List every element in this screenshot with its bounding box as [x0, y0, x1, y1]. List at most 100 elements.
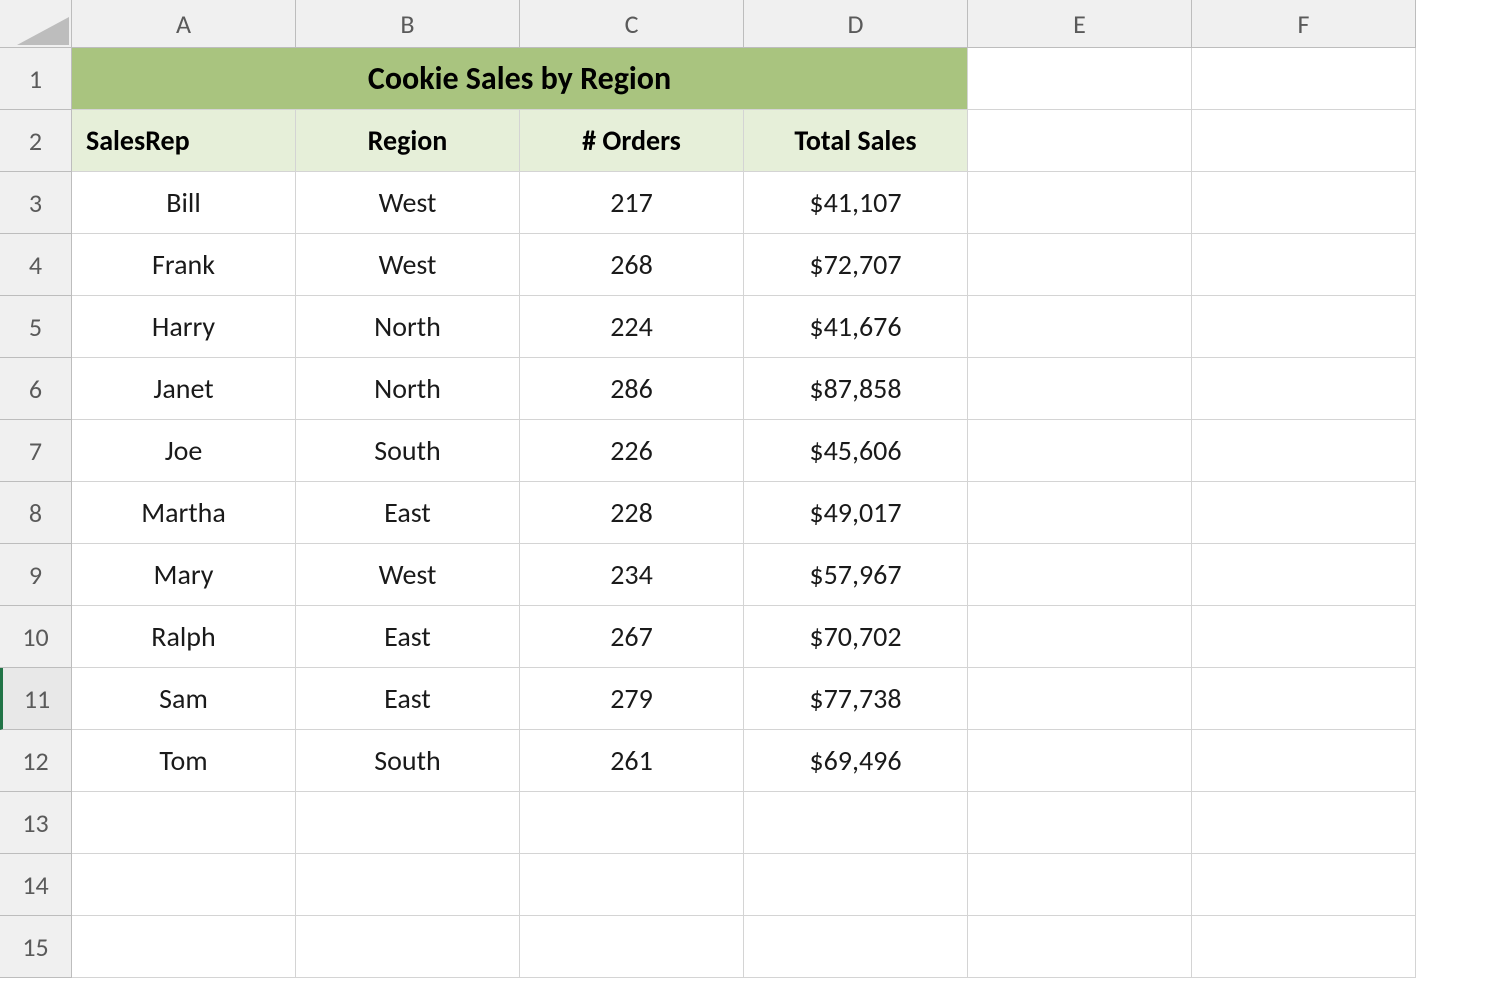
cell-orders[interactable]: 286: [520, 358, 744, 420]
cell-totalsales[interactable]: $87,858: [744, 358, 968, 420]
cell-totalsales[interactable]: $41,676: [744, 296, 968, 358]
cell-salesrep[interactable]: Sam: [72, 668, 296, 730]
cell-region[interactable]: West: [296, 172, 520, 234]
row-header-14[interactable]: 14: [0, 854, 72, 916]
header-totalsales[interactable]: Total Sales: [744, 110, 968, 172]
empty-cell[interactable]: [968, 234, 1192, 296]
row-header-4[interactable]: 4: [0, 234, 72, 296]
cell-salesrep[interactable]: Janet: [72, 358, 296, 420]
empty-cell[interactable]: [968, 110, 1192, 172]
cell-orders[interactable]: 261: [520, 730, 744, 792]
empty-cell[interactable]: [968, 606, 1192, 668]
empty-cell[interactable]: [1192, 792, 1416, 854]
empty-cell[interactable]: [72, 792, 296, 854]
header-region[interactable]: Region: [296, 110, 520, 172]
row-header-15[interactable]: 15: [0, 916, 72, 978]
empty-cell[interactable]: [296, 854, 520, 916]
empty-cell[interactable]: [744, 792, 968, 854]
empty-cell[interactable]: [1192, 916, 1416, 978]
empty-cell[interactable]: [1192, 544, 1416, 606]
cell-orders[interactable]: 228: [520, 482, 744, 544]
empty-cell[interactable]: [968, 358, 1192, 420]
cell-orders[interactable]: 226: [520, 420, 744, 482]
column-header-e[interactable]: E: [968, 0, 1192, 48]
empty-cell[interactable]: [72, 916, 296, 978]
header-salesrep[interactable]: SalesRep: [72, 110, 296, 172]
cell-totalsales[interactable]: $49,017: [744, 482, 968, 544]
column-header-c[interactable]: C: [520, 0, 744, 48]
empty-cell[interactable]: [520, 792, 744, 854]
cell-salesrep[interactable]: Harry: [72, 296, 296, 358]
row-header-5[interactable]: 5: [0, 296, 72, 358]
empty-cell[interactable]: [296, 916, 520, 978]
empty-cell[interactable]: [968, 48, 1192, 110]
cell-region[interactable]: East: [296, 668, 520, 730]
cell-orders[interactable]: 217: [520, 172, 744, 234]
cell-region[interactable]: West: [296, 234, 520, 296]
cell-region[interactable]: North: [296, 358, 520, 420]
cell-salesrep[interactable]: Bill: [72, 172, 296, 234]
cell-region[interactable]: North: [296, 296, 520, 358]
cell-orders[interactable]: 224: [520, 296, 744, 358]
empty-cell[interactable]: [968, 482, 1192, 544]
row-header-7[interactable]: 7: [0, 420, 72, 482]
empty-cell[interactable]: [744, 916, 968, 978]
empty-cell[interactable]: [1192, 358, 1416, 420]
row-header-11[interactable]: 11: [0, 668, 72, 730]
empty-cell[interactable]: [1192, 854, 1416, 916]
cell-orders[interactable]: 279: [520, 668, 744, 730]
empty-cell[interactable]: [1192, 296, 1416, 358]
empty-cell[interactable]: [968, 296, 1192, 358]
empty-cell[interactable]: [1192, 730, 1416, 792]
empty-cell[interactable]: [968, 668, 1192, 730]
cell-totalsales[interactable]: $77,738: [744, 668, 968, 730]
cell-salesrep[interactable]: Frank: [72, 234, 296, 296]
cell-orders[interactable]: 268: [520, 234, 744, 296]
column-header-b[interactable]: B: [296, 0, 520, 48]
cell-orders[interactable]: 267: [520, 606, 744, 668]
cell-salesrep[interactable]: Tom: [72, 730, 296, 792]
empty-cell[interactable]: [1192, 234, 1416, 296]
cell-region[interactable]: East: [296, 606, 520, 668]
cell-region[interactable]: South: [296, 730, 520, 792]
empty-cell[interactable]: [1192, 172, 1416, 234]
row-header-8[interactable]: 8: [0, 482, 72, 544]
row-header-10[interactable]: 10: [0, 606, 72, 668]
row-header-13[interactable]: 13: [0, 792, 72, 854]
empty-cell[interactable]: [296, 792, 520, 854]
empty-cell[interactable]: [520, 854, 744, 916]
empty-cell[interactable]: [968, 792, 1192, 854]
cell-region[interactable]: South: [296, 420, 520, 482]
cell-orders[interactable]: 234: [520, 544, 744, 606]
empty-cell[interactable]: [1192, 482, 1416, 544]
empty-cell[interactable]: [1192, 110, 1416, 172]
column-header-a[interactable]: A: [72, 0, 296, 48]
column-header-f[interactable]: F: [1192, 0, 1416, 48]
empty-cell[interactable]: [968, 730, 1192, 792]
cell-totalsales[interactable]: $69,496: [744, 730, 968, 792]
select-all-corner[interactable]: [0, 0, 72, 48]
row-header-9[interactable]: 9: [0, 544, 72, 606]
cell-salesrep[interactable]: Ralph: [72, 606, 296, 668]
cell-salesrep[interactable]: Martha: [72, 482, 296, 544]
empty-cell[interactable]: [744, 854, 968, 916]
row-header-3[interactable]: 3: [0, 172, 72, 234]
cell-region[interactable]: West: [296, 544, 520, 606]
cell-salesrep[interactable]: Mary: [72, 544, 296, 606]
cell-totalsales[interactable]: $45,606: [744, 420, 968, 482]
empty-cell[interactable]: [968, 420, 1192, 482]
row-header-12[interactable]: 12: [0, 730, 72, 792]
empty-cell[interactable]: [1192, 48, 1416, 110]
cell-region[interactable]: East: [296, 482, 520, 544]
empty-cell[interactable]: [1192, 668, 1416, 730]
empty-cell[interactable]: [520, 916, 744, 978]
row-header-2[interactable]: 2: [0, 110, 72, 172]
cell-totalsales[interactable]: $57,967: [744, 544, 968, 606]
row-header-1[interactable]: 1: [0, 48, 72, 110]
column-header-d[interactable]: D: [744, 0, 968, 48]
cell-totalsales[interactable]: $72,707: [744, 234, 968, 296]
table-title[interactable]: Cookie Sales by Region: [72, 48, 968, 110]
cell-totalsales[interactable]: $41,107: [744, 172, 968, 234]
empty-cell[interactable]: [72, 854, 296, 916]
empty-cell[interactable]: [1192, 606, 1416, 668]
